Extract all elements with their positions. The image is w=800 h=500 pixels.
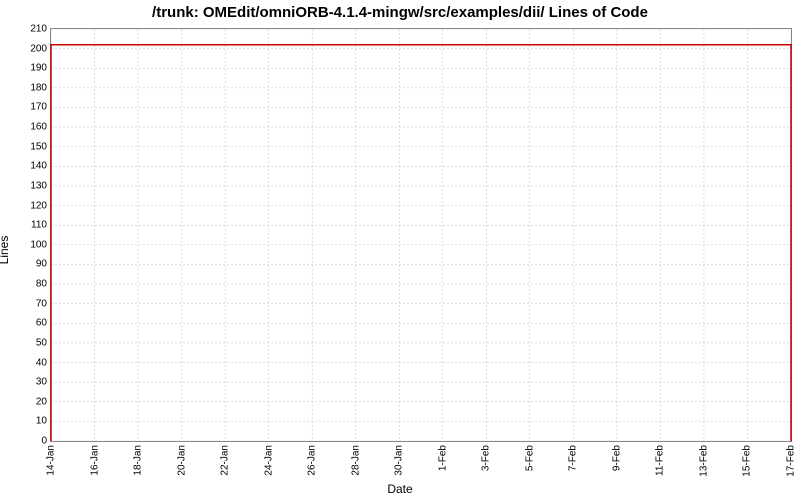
y-tick-label: 90 xyxy=(36,259,47,270)
x-tick-label: 20-Jan xyxy=(176,445,187,476)
y-tick-label: 150 xyxy=(30,141,47,152)
y-tick-label: 60 xyxy=(36,318,47,329)
x-tick-label: 18-Jan xyxy=(133,445,144,476)
y-tick-label: 160 xyxy=(30,122,47,133)
plot-area: 0102030405060708090100110120130140150160… xyxy=(50,28,792,442)
data-series-lines-of-code xyxy=(51,45,791,441)
x-tick-label: 22-Jan xyxy=(220,445,231,476)
y-tick-label: 20 xyxy=(36,396,47,407)
y-tick-label: 110 xyxy=(31,220,47,231)
y-tick-label: 100 xyxy=(30,239,47,250)
x-tick-label: 11-Feb xyxy=(655,445,666,476)
y-tick-label: 40 xyxy=(36,357,47,368)
y-axis-label: Lines xyxy=(0,236,11,265)
y-tick-label: 190 xyxy=(30,63,47,74)
plot-svg xyxy=(51,29,791,441)
y-tick-label: 180 xyxy=(30,82,47,93)
x-axis-label: Date xyxy=(0,482,800,496)
chart-container: /trunk: OMEdit/omniORB-4.1.4-mingw/src/e… xyxy=(0,0,800,500)
x-tick-label: 26-Jan xyxy=(307,445,318,476)
y-tick-label: 10 xyxy=(36,416,47,427)
y-tick-label: 50 xyxy=(36,337,47,348)
y-tick-label: 30 xyxy=(36,377,47,388)
y-tick-label: 140 xyxy=(30,161,47,172)
x-tick-label: 16-Jan xyxy=(89,445,100,476)
x-tick-label: 13-Feb xyxy=(698,445,709,477)
y-tick-label: 130 xyxy=(30,180,47,191)
y-tick-label: 120 xyxy=(30,200,47,211)
y-tick-label: 170 xyxy=(30,102,47,113)
x-tick-label: 5-Feb xyxy=(524,445,535,471)
y-tick-label: 200 xyxy=(30,43,47,54)
x-tick-label: 7-Feb xyxy=(568,445,579,471)
x-tick-label: 28-Jan xyxy=(350,445,361,476)
y-tick-label: 210 xyxy=(30,24,47,35)
x-tick-label: 3-Feb xyxy=(481,445,492,471)
x-tick-label: 15-Feb xyxy=(742,445,753,477)
x-tick-label: 30-Jan xyxy=(394,445,405,476)
x-tick-label: 24-Jan xyxy=(263,445,274,476)
x-tick-label: 17-Feb xyxy=(786,445,797,477)
chart-title: /trunk: OMEdit/omniORB-4.1.4-mingw/src/e… xyxy=(0,4,800,21)
x-tick-label: 1-Feb xyxy=(437,445,448,471)
x-tick-label: 14-Jan xyxy=(46,445,57,476)
x-tick-label: 9-Feb xyxy=(611,445,622,471)
y-tick-label: 80 xyxy=(36,279,47,290)
y-tick-label: 70 xyxy=(36,298,47,309)
